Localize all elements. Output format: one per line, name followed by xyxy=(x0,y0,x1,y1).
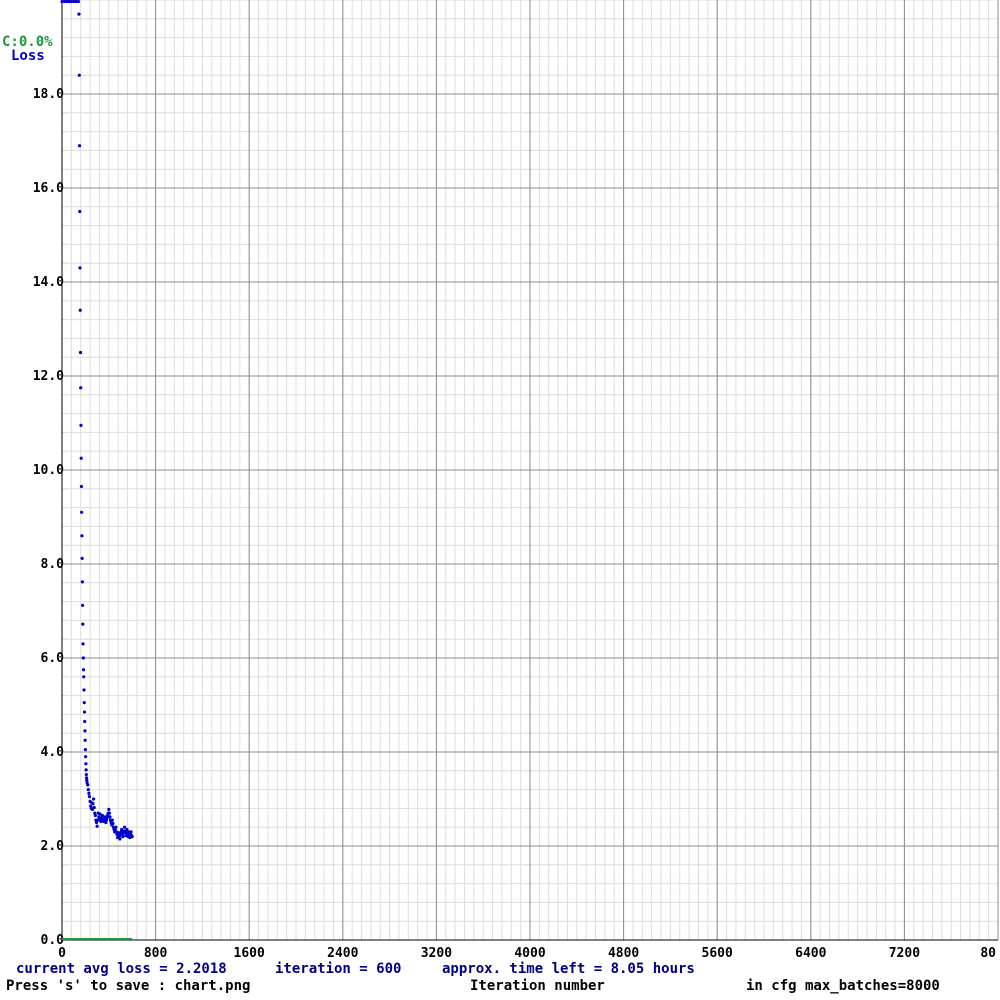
loss-point xyxy=(83,729,87,733)
loss-point xyxy=(86,788,90,792)
y-tick-label: 16.0 xyxy=(33,181,64,196)
y-tick-label: 12.0 xyxy=(33,369,64,384)
loss-point xyxy=(84,762,88,766)
loss-point xyxy=(77,73,81,77)
y-tick-label: 2.0 xyxy=(41,839,65,854)
loss-point xyxy=(80,534,84,538)
y-tick-label: 18.0 xyxy=(33,87,64,102)
loss-point xyxy=(83,748,87,752)
loss-point xyxy=(91,797,96,801)
loss-point xyxy=(91,802,95,806)
loss-point xyxy=(130,835,134,839)
x-tick-label: 800 xyxy=(144,946,168,961)
loss-point xyxy=(77,144,82,148)
loss-point xyxy=(93,813,97,818)
loss-point xyxy=(80,510,84,514)
loss-point xyxy=(81,656,85,660)
loss-point xyxy=(80,556,84,560)
x-tick-label: 4800 xyxy=(608,946,639,961)
loss-point xyxy=(87,795,92,799)
loss-point xyxy=(79,456,83,460)
x-tick-label: 6400 xyxy=(795,946,826,961)
loss-point xyxy=(122,825,127,829)
x-tick-label: 5600 xyxy=(702,946,733,961)
x-axis-label: Iteration number xyxy=(470,978,605,994)
loss-point xyxy=(107,807,111,811)
loss-point xyxy=(86,783,90,787)
loss-point xyxy=(77,12,81,16)
loss-point xyxy=(110,818,114,822)
loss-point xyxy=(84,768,88,772)
y-tick-labels: 0.0 2.0 4.0 6.0 8.0 10.0 12.0 14.0 16.0 18.0 xyxy=(33,87,64,948)
loss-point xyxy=(84,755,88,759)
loss-point xyxy=(80,603,85,607)
x-tick-label: 3200 xyxy=(421,946,452,961)
loss-point xyxy=(114,825,118,829)
loss-point xyxy=(78,350,83,355)
loss-point xyxy=(92,805,96,810)
loss-legend-label: Loss xyxy=(11,48,45,64)
save-hint-text: Press 's' to save : chart.png xyxy=(6,978,251,994)
y-tick-label: 10.0 xyxy=(33,463,64,478)
loss-point xyxy=(108,815,112,819)
loss-point xyxy=(78,266,82,270)
x-tick-label: 2400 xyxy=(327,946,358,961)
loss-point xyxy=(79,484,84,489)
y-tick-label: 0.0 xyxy=(41,933,65,948)
x-tick-label: 4000 xyxy=(514,946,545,961)
loss-point xyxy=(129,830,133,834)
loss-point xyxy=(78,308,82,312)
x-tick-label: 80 xyxy=(980,946,996,961)
loss-point xyxy=(81,622,85,626)
y-tick-label: 14.0 xyxy=(33,275,64,290)
loss-point xyxy=(81,668,86,672)
loss-point xyxy=(82,688,86,692)
chart-plot: 0 800 1600 2400 3200 4000 4800 5600 6400 7200 80 0… xyxy=(33,0,999,961)
y-tick-label: 8.0 xyxy=(41,557,65,572)
current-avg-loss-text: current avg loss = 2.2018 xyxy=(16,961,227,977)
loss-point xyxy=(83,738,87,742)
loss-point xyxy=(79,423,83,427)
loss-point xyxy=(121,835,125,839)
loss-point xyxy=(76,0,80,4)
time-left-text: approx. time left = 8.05 hours xyxy=(442,961,695,977)
x-tick-label: 1600 xyxy=(234,946,265,961)
loss-point xyxy=(107,811,111,815)
x-tick-label: 0 xyxy=(58,946,66,961)
loss-point xyxy=(82,675,86,679)
loss-point xyxy=(118,837,122,841)
loss-point xyxy=(82,710,87,714)
loss-point xyxy=(82,701,86,705)
loss-point xyxy=(83,719,87,724)
x-tick-label: 7200 xyxy=(889,946,920,961)
loss-point xyxy=(81,642,85,646)
loss-point xyxy=(87,791,91,795)
max-batches-text: in cfg max_batches=8000 xyxy=(746,978,940,994)
y-tick-label: 6.0 xyxy=(41,651,65,666)
loss-point xyxy=(111,821,115,826)
y-tick-label: 4.0 xyxy=(41,745,65,760)
loss-point xyxy=(95,824,99,828)
x-tick-labels: 0 800 1600 2400 3200 4000 4800 5600 6400 7200 80 xyxy=(58,946,996,961)
loss-point xyxy=(84,772,88,777)
loss-point xyxy=(79,386,83,390)
loss-point xyxy=(80,580,84,584)
loss-point xyxy=(78,209,82,214)
iteration-text: iteration = 600 xyxy=(275,961,402,977)
